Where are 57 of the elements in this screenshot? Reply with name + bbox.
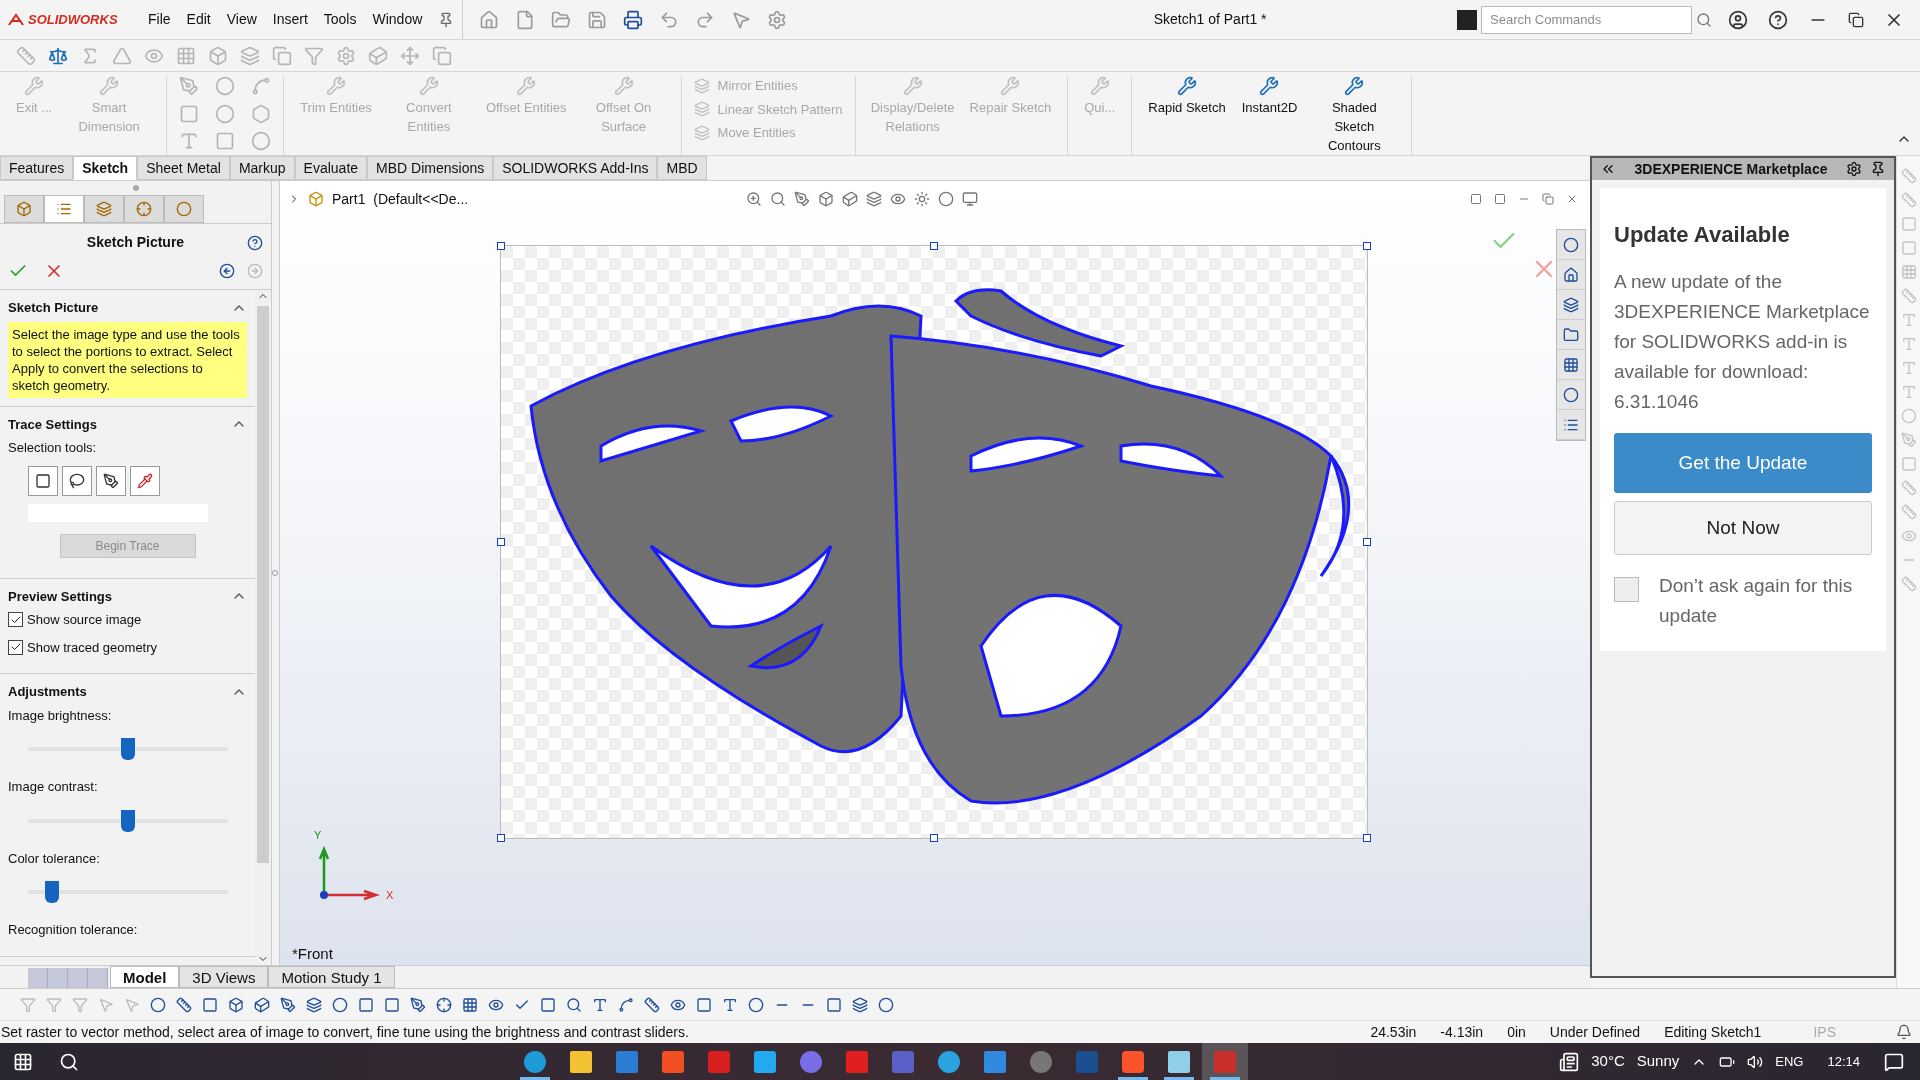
checkbox-label: Don’t ask again for this update — [1659, 574, 1854, 628]
weather-temperature[interactable]: 30°C — [1591, 1050, 1625, 1073]
pane-title: 3DEXPERIENCE Marketplace — [1633, 159, 1829, 179]
menu-item[interactable]: File — [140, 9, 179, 30]
bottom-tab[interactable]: Model — [110, 966, 180, 988]
slider-label: Color tolerance: — [8, 849, 101, 868]
status-field: -4.13in — [1428, 1021, 1496, 1043]
command-tab[interactable]: Markup — [229, 156, 295, 180]
feature-tree-item[interactable]: Part1 (Default<<De... — [332, 188, 469, 210]
command-tab[interactable]: Features — [0, 156, 74, 180]
window-title: Sketch1 of Part1 * — [1153, 10, 1267, 29]
checkbox-label: Show source image — [27, 611, 142, 629]
axis-label: Y — [314, 828, 322, 843]
command-button[interactable]: Rapid Sketch — [1144, 76, 1230, 155]
search-field[interactable]: Search Commands — [1481, 5, 1692, 34]
app-logo: SOLIDWORKS — [28, 10, 118, 29]
status-message: Set raster to vector method, select area of image to convert, fine tune using the brightness and contrast sliders. — [0, 1022, 690, 1042]
bottom-tab[interactable]: 3D Views — [179, 966, 269, 988]
command-tab[interactable]: Sketch — [73, 156, 138, 180]
weather-condition[interactable]: Sunny — [1636, 1050, 1680, 1073]
command-tab[interactable]: MBD Dimensions — [367, 156, 494, 180]
axis-label: X — [386, 888, 394, 903]
menu-item[interactable]: Insert — [264, 9, 316, 30]
clock[interactable]: 12:14 — [1815, 1051, 1872, 1072]
menu-item[interactable]: View — [218, 9, 265, 30]
panel-title: Sketch Picture — [86, 233, 185, 252]
instruction-note: Select the image type and use the tools to select the portions to extract. Select Apply to convert the selections to sketch geometry. — [8, 321, 247, 398]
get-update-button[interactable]: Get the Update — [1614, 433, 1872, 493]
section-header[interactable]: Sketch Picture — [8, 298, 99, 318]
status-field: 0in — [1495, 1021, 1538, 1043]
view-orientation-label: *Front — [292, 943, 333, 964]
checkbox-label: Show traced geometry — [27, 638, 158, 657]
command-button[interactable]: Shaded Sketch Contours — [1309, 76, 1400, 155]
language-indicator[interactable]: ENG — [1775, 1051, 1804, 1072]
update-message: A new update of the 3DEXPERIENCE Marketplace for SOLIDWORKS add-in is available for download: 6.31.1046 — [1614, 270, 1871, 414]
command-tab[interactable]: Sheet Metal — [137, 156, 230, 180]
status-field: Under Defined — [1537, 1021, 1653, 1043]
bottom-tab[interactable]: Motion Study 1 — [268, 966, 395, 988]
dialog-heading: Update Available — [1614, 221, 1791, 249]
status-field: Editing Sketch1 — [1652, 1021, 1774, 1043]
status-field: IPS — [1773, 1021, 1896, 1043]
menu-item[interactable]: Window — [364, 9, 431, 30]
field-label: Recognition tolerance: — [8, 921, 139, 939]
menu-item[interactable]: Edit — [178, 9, 219, 30]
field-label: Selection tools: — [8, 439, 98, 457]
slider-label: Image brightness: — [8, 706, 113, 725]
command-tab[interactable]: MBD — [657, 156, 707, 180]
not-now-button[interactable]: Not Now — [1614, 501, 1872, 555]
section-header[interactable]: Trace Settings — [8, 414, 97, 434]
status-field: 24.53in — [1358, 1021, 1429, 1043]
section-header[interactable]: Adjustments — [8, 682, 87, 702]
section-header[interactable]: Preview Settings — [8, 586, 113, 606]
command-tab[interactable]: SOLIDWORKS Add-Ins — [493, 156, 658, 180]
command-button[interactable]: Instant2D — [1237, 76, 1302, 155]
slider-label: Image contrast: — [8, 778, 99, 796]
menu-item[interactable]: Tools — [315, 9, 365, 30]
command-tab[interactable]: Evaluate — [294, 156, 368, 180]
